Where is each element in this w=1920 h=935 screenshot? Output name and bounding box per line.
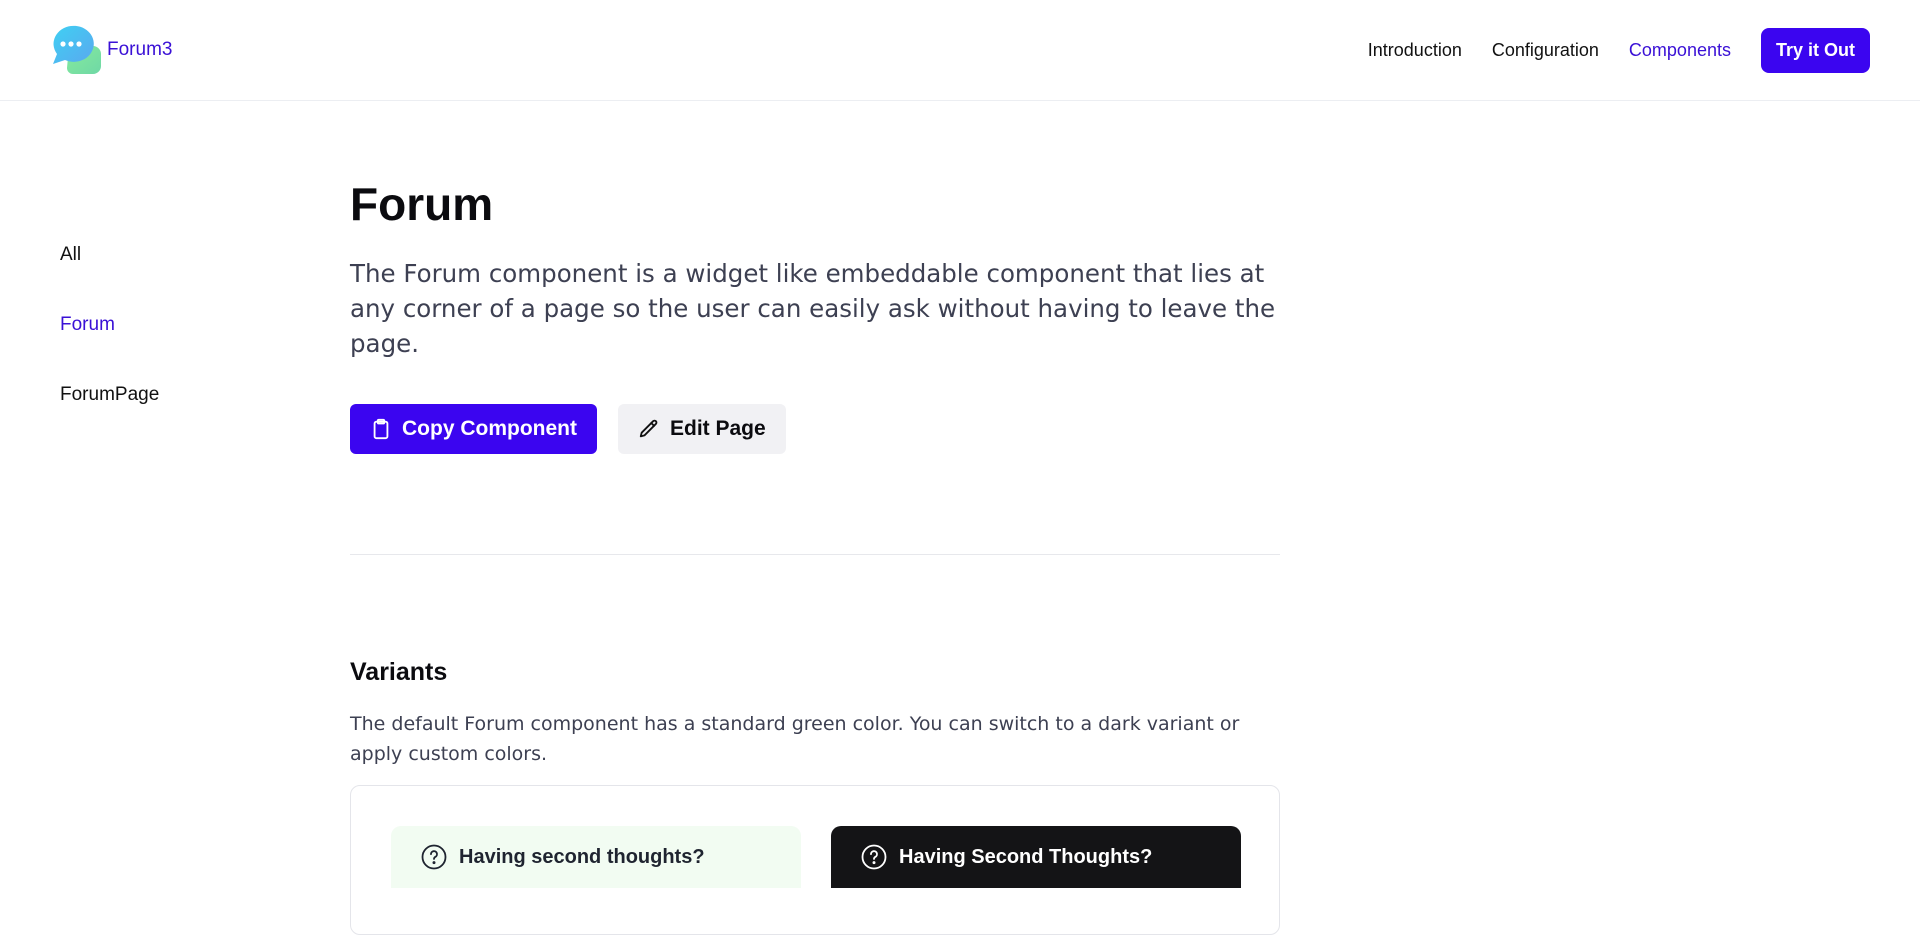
question-circle-icon xyxy=(861,844,887,870)
edit-page-label: Edit Page xyxy=(669,417,766,440)
forum-widget-dark-variant[interactable]: Having Second Thoughts? xyxy=(831,826,1241,888)
pencil-icon xyxy=(638,418,660,440)
edit-page-button[interactable]: Edit Page xyxy=(617,404,786,454)
sidebar-item-all[interactable]: All xyxy=(60,240,159,310)
logo-link[interactable]: Forum3 xyxy=(49,24,172,76)
chat-bubbles-icon xyxy=(49,24,101,76)
nav-components[interactable]: Components xyxy=(1629,40,1731,61)
main-content: Forum The Forum component is a widget li… xyxy=(350,176,1280,935)
top-navbar: Forum3 Introduction Configuration Compon… xyxy=(0,0,1920,101)
variants-description: The default Forum component has a standa… xyxy=(350,713,1240,765)
copy-component-button[interactable]: Copy Component xyxy=(350,404,597,454)
forum-widget-light-variant[interactable]: Having second thoughts? xyxy=(391,826,801,888)
action-buttons: Copy Component Edit Page xyxy=(350,404,1280,454)
main-nav: Introduction Configuration Components Tr… xyxy=(1368,28,1870,73)
sidebar-item-forum[interactable]: Forum xyxy=(60,310,159,380)
dark-variant-label: Having Second Thoughts? xyxy=(899,845,1153,868)
copy-component-label: Copy Component xyxy=(402,417,577,440)
page-title: Forum xyxy=(350,178,494,230)
sidebar: All Forum ForumPage xyxy=(60,240,159,450)
try-it-out-button[interactable]: Try it Out xyxy=(1760,28,1870,73)
variants-heading: Variants xyxy=(350,658,448,686)
sidebar-item-forumpage[interactable]: ForumPage xyxy=(60,380,159,450)
nav-configuration[interactable]: Configuration xyxy=(1492,40,1599,61)
question-circle-icon xyxy=(421,844,447,870)
clipboard-icon xyxy=(370,418,392,440)
section-divider xyxy=(350,554,1280,555)
variants-preview: Having second thoughts? Having Second Th… xyxy=(350,785,1280,935)
light-variant-label: Having second thoughts? xyxy=(459,845,705,868)
logo-text: Forum3 xyxy=(107,39,173,60)
nav-introduction[interactable]: Introduction xyxy=(1368,40,1462,61)
page-description: The Forum component is a widget like emb… xyxy=(350,259,1276,358)
